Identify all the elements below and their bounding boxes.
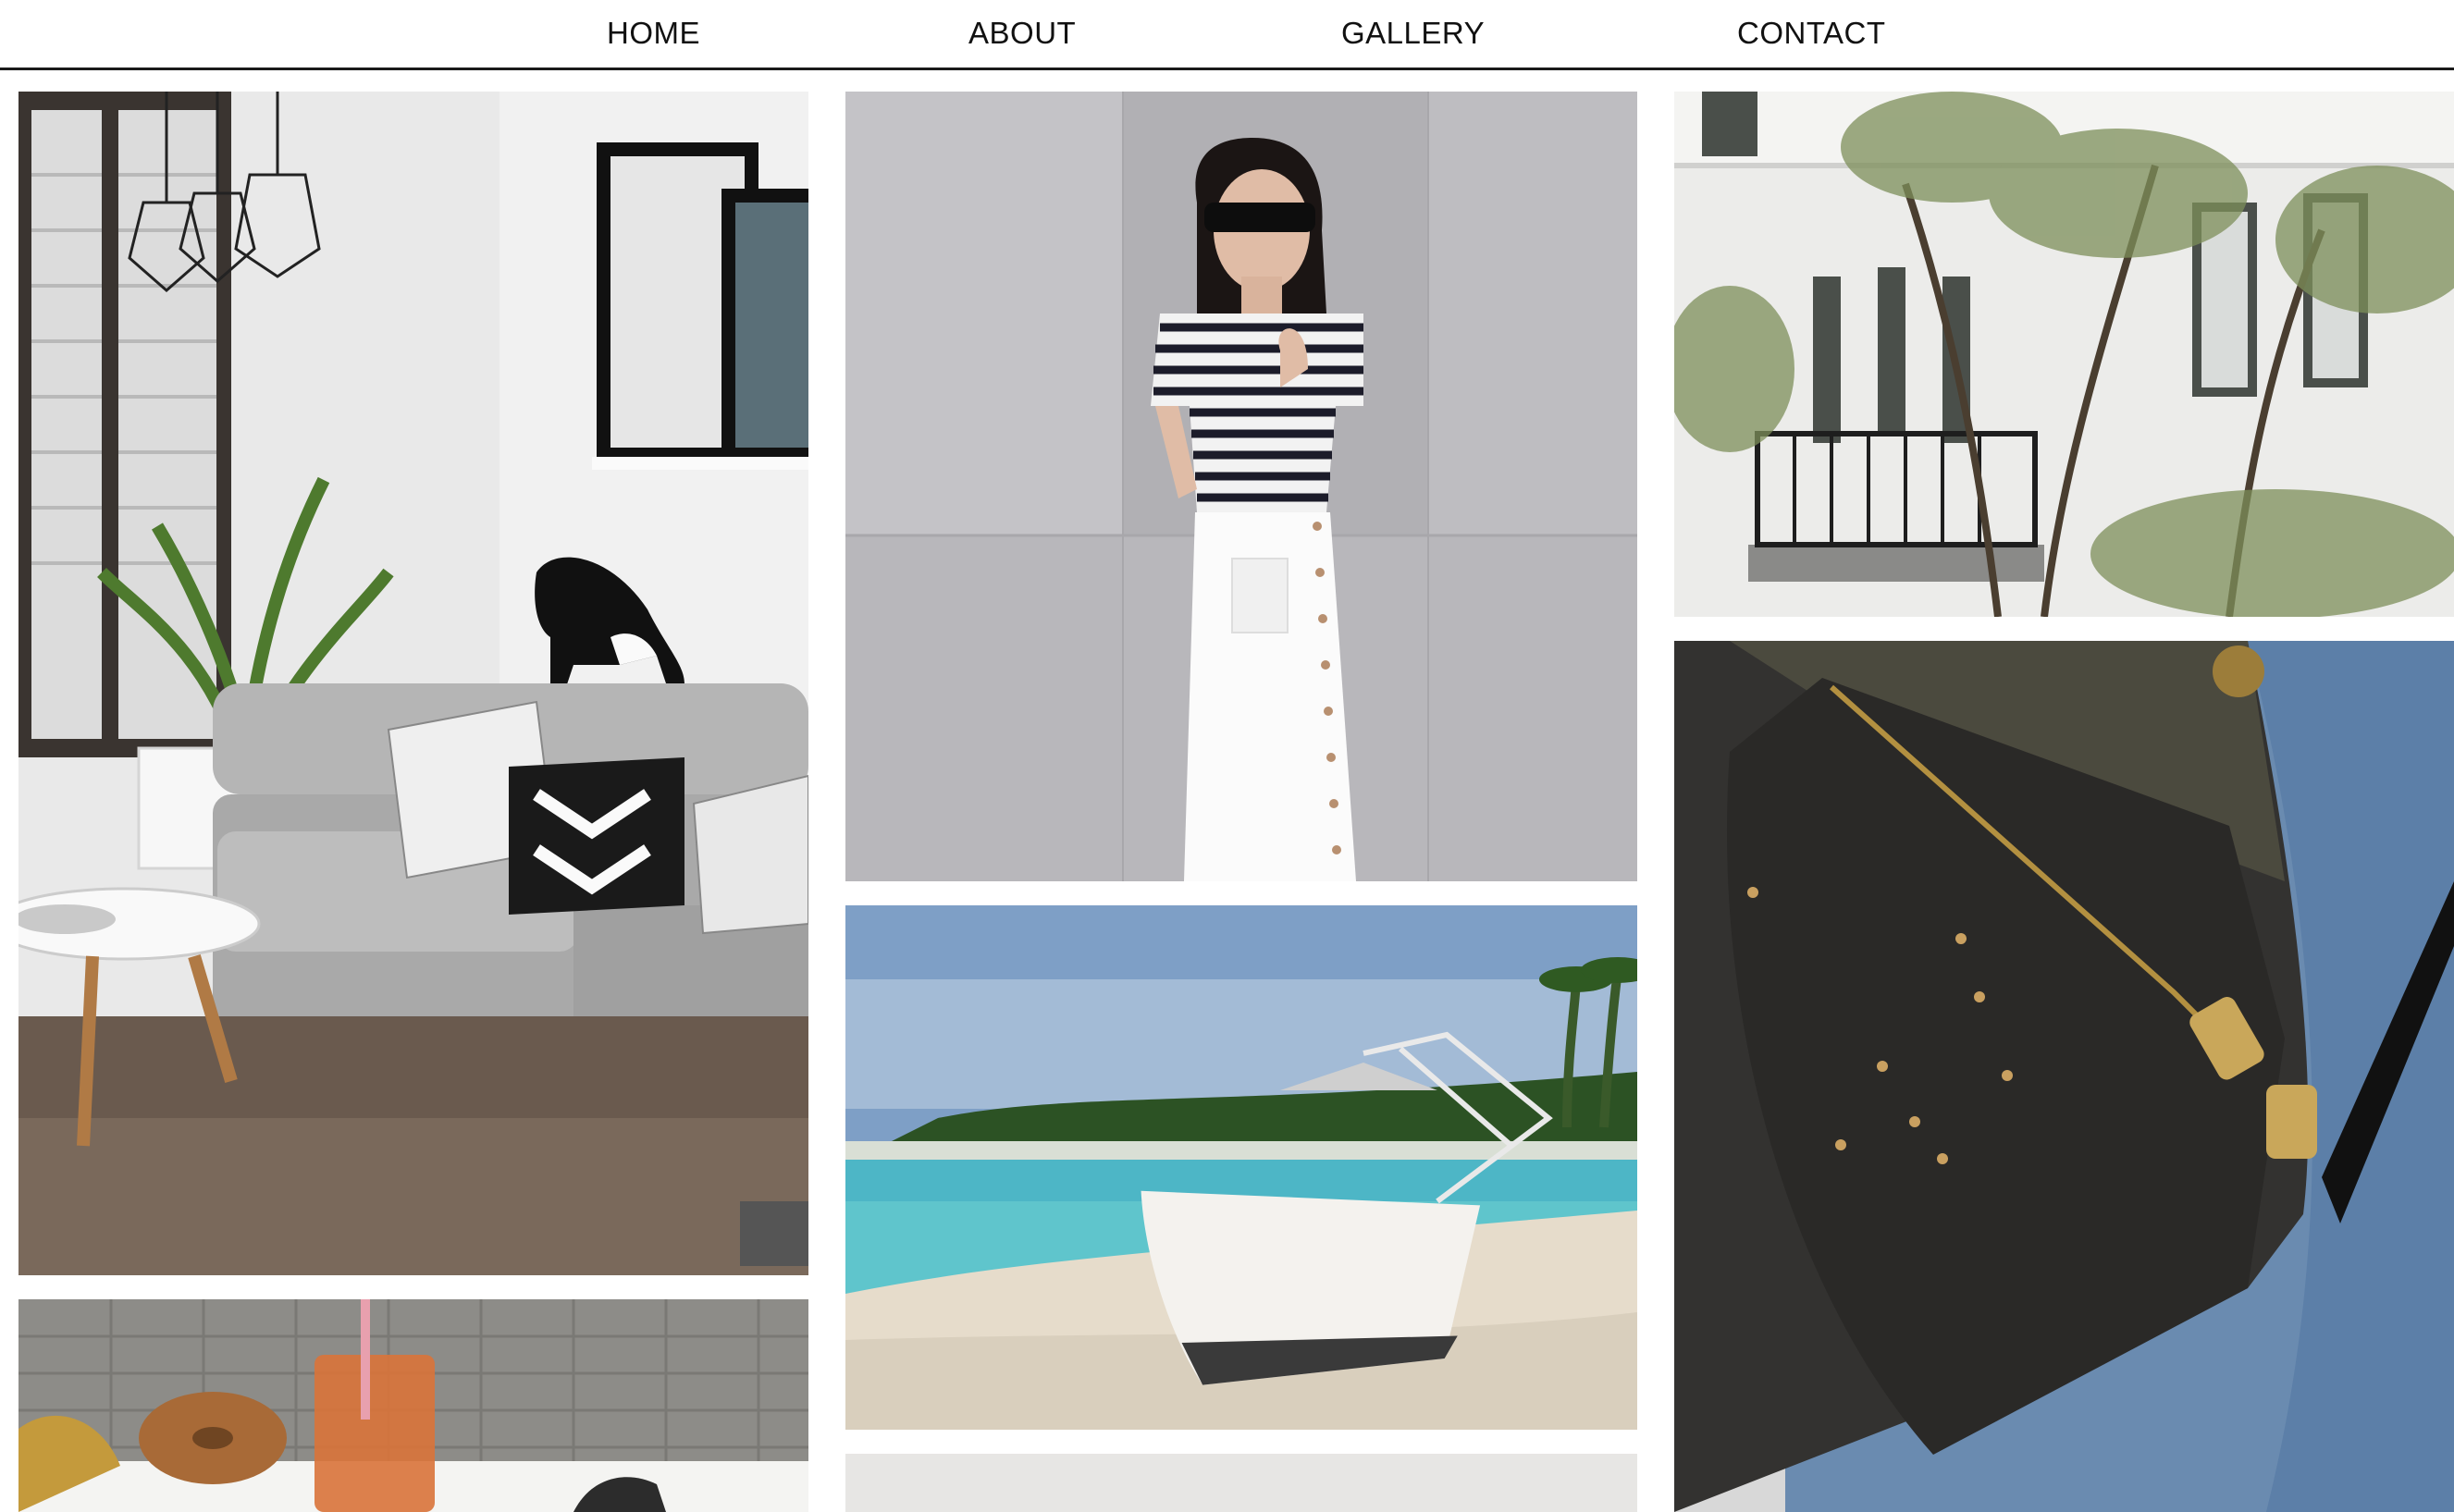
- breakfast-photo: [18, 1299, 808, 1512]
- beach-boat-photo: [845, 905, 1637, 1430]
- gallery-image-woman-striped-shirt[interactable]: [845, 92, 1637, 881]
- nav-gallery-link[interactable]: GALLERY: [1341, 15, 1485, 52]
- building-photo: [1674, 92, 2454, 617]
- top-navigation: HOME ABOUT GALLERY CONTACT: [0, 0, 2454, 70]
- nav-home-link[interactable]: HOME: [607, 15, 700, 52]
- gallery-image-living-room[interactable]: [18, 92, 808, 1275]
- partial-photo: [845, 1454, 1637, 1512]
- gallery-image-white-building[interactable]: [1674, 92, 2454, 617]
- gallery-image-breakfast[interactable]: [18, 1299, 808, 1512]
- gallery-image-beached-boat[interactable]: [845, 905, 1637, 1430]
- bag-photo: [1674, 641, 2454, 1512]
- gallery-image-partial[interactable]: [845, 1454, 1637, 1512]
- gallery-image-black-bag[interactable]: [1674, 641, 2454, 1512]
- living-room-photo: [18, 92, 808, 1275]
- fashion-photo: [845, 92, 1637, 881]
- nav-about-link[interactable]: ABOUT: [968, 15, 1076, 52]
- nav-contact-link[interactable]: CONTACT: [1737, 15, 1886, 52]
